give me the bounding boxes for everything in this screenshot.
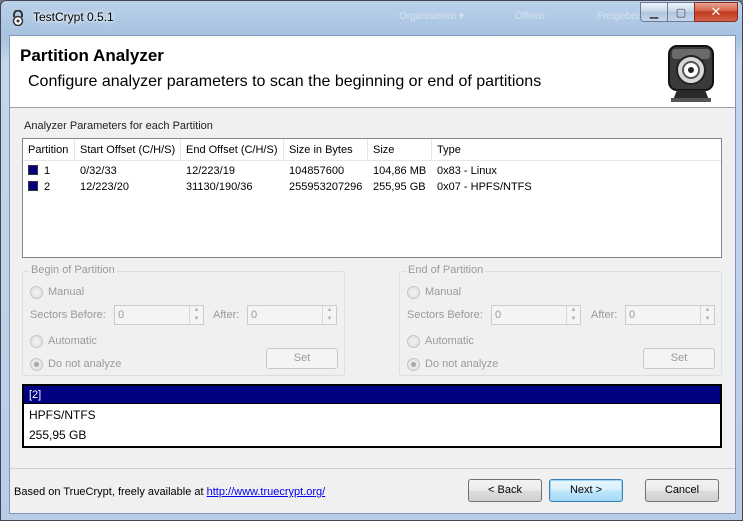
end-sectors-before-value: 0 bbox=[495, 309, 502, 321]
begin-after-stepper[interactable]: 0 ▲ ▼ bbox=[247, 305, 337, 325]
lock-icon bbox=[12, 10, 24, 26]
maximize-icon: ▢ bbox=[675, 6, 687, 19]
footer-credit: Based on TrueCrypt, freely available at … bbox=[14, 486, 325, 498]
close-icon: ✕ bbox=[710, 4, 722, 19]
end-manual-radio[interactable] bbox=[407, 286, 420, 299]
spin-up-icon[interactable]: ▲ bbox=[567, 306, 580, 315]
begin-sectors-before-label: Sectors Before: bbox=[30, 309, 106, 321]
close-button[interactable]: ✕ bbox=[694, 2, 738, 22]
partition-info-box: [2] HPFS/NTFS 255,95 GB bbox=[22, 384, 722, 448]
minimize-icon: ▁ bbox=[649, 6, 659, 19]
end-sectors-before-stepper[interactable]: 0 ▲ ▼ bbox=[491, 305, 581, 325]
title-bar[interactable]: TestCrypt 0.5.1 Organisieren ▾ Öffnen Fr… bbox=[1, 1, 742, 35]
maximize-button[interactable]: ▢ bbox=[667, 2, 694, 22]
cancel-button[interactable]: Cancel bbox=[645, 479, 719, 502]
begin-manual-label: Manual bbox=[48, 286, 85, 298]
column-header[interactable]: Partition bbox=[23, 139, 75, 160]
column-header[interactable]: Size bbox=[368, 139, 432, 160]
footer-divider bbox=[10, 468, 735, 469]
wizard-header: Partition Analyzer Configure analyzer pa… bbox=[10, 36, 735, 108]
begin-sectors-before-stepper[interactable]: 0 ▲ ▼ bbox=[114, 305, 204, 325]
size: 255,95 GB bbox=[373, 181, 426, 193]
bg-share: Freigeben bbox=[597, 11, 643, 22]
next-button[interactable]: Next > bbox=[549, 479, 623, 502]
page-title: Partition Analyzer bbox=[20, 46, 164, 65]
partition-color-swatch bbox=[28, 165, 38, 175]
bg-open: Öffnen bbox=[515, 11, 545, 22]
partitions-group-label: Analyzer Parameters for each Partition bbox=[24, 120, 213, 132]
spin-up-icon[interactable]: ▲ bbox=[190, 306, 203, 315]
dialog-client: Partition Analyzer Configure analyzer pa… bbox=[9, 35, 736, 514]
spin-up-icon[interactable]: ▲ bbox=[323, 306, 336, 315]
selected-partition-size: 255,95 GB bbox=[29, 428, 87, 442]
spin-down-icon[interactable]: ▼ bbox=[323, 315, 336, 324]
begin-do-not-analyze-radio[interactable] bbox=[30, 358, 43, 371]
column-header[interactable]: Size in Bytes bbox=[284, 139, 368, 160]
end-after-stepper[interactable]: 0 ▲ ▼ bbox=[625, 305, 715, 325]
partition-color-swatch bbox=[28, 181, 38, 191]
column-header[interactable]: End Offset (C/H/S) bbox=[181, 139, 284, 160]
begin-sectors-before-value: 0 bbox=[118, 309, 125, 321]
selected-partition-label: [2] bbox=[24, 386, 720, 404]
size-bytes: 255953207296 bbox=[289, 181, 363, 193]
spin-down-icon[interactable]: ▼ bbox=[190, 315, 203, 324]
begin-do-not-analyze-label: Do not analyze bbox=[48, 358, 122, 370]
begin-after-value: 0 bbox=[251, 309, 258, 321]
end-set-button[interactable]: Set bbox=[643, 348, 715, 369]
size-bytes: 104857600 bbox=[289, 165, 345, 177]
minimize-button[interactable]: ▁ bbox=[640, 2, 667, 22]
back-button[interactable]: < Back bbox=[468, 479, 542, 502]
partition-number: 2 bbox=[44, 181, 51, 193]
start-offset: 12/223/20 bbox=[80, 181, 129, 193]
column-header[interactable]: Start Offset (C/H/S) bbox=[75, 139, 181, 160]
truecrypt-link[interactable]: http://www.truecrypt.org/ bbox=[207, 486, 326, 498]
begin-after-label: After: bbox=[213, 309, 240, 321]
hard-disk-camera-icon bbox=[668, 45, 714, 102]
table-row[interactable]: 2 12/223/20 31130/190/36 255953207296 25… bbox=[23, 180, 721, 196]
selected-partition-type: HPFS/NTFS bbox=[29, 408, 96, 422]
begin-manual-radio[interactable] bbox=[30, 286, 43, 299]
bg-organize: Organisieren ▾ bbox=[399, 11, 465, 22]
end-manual-label: Manual bbox=[425, 286, 462, 298]
begin-automatic-radio[interactable] bbox=[30, 335, 43, 348]
end-sectors-before-label: Sectors Before: bbox=[407, 309, 483, 321]
spin-down-icon[interactable]: ▼ bbox=[567, 315, 580, 324]
column-header[interactable]: Type bbox=[432, 139, 721, 160]
begin-group-title: Begin of Partition bbox=[29, 264, 117, 276]
end-group-title: End of Partition bbox=[406, 264, 486, 276]
size: 104,86 MB bbox=[373, 165, 427, 177]
table-row[interactable]: 1 0/32/33 12/223/19 104857600 104,86 MB … bbox=[23, 164, 721, 180]
begin-automatic-label: Automatic bbox=[48, 335, 97, 347]
window-frame: TestCrypt 0.5.1 Organisieren ▾ Öffnen Fr… bbox=[0, 0, 743, 521]
end-after-label: After: bbox=[591, 309, 618, 321]
begin-of-partition-group: Begin of Partition Manual Sectors Before… bbox=[22, 264, 345, 376]
partition-list[interactable]: Partition Start Offset (C/H/S) End Offse… bbox=[22, 138, 722, 258]
footer-credit-text: Based on TrueCrypt, freely available at bbox=[14, 486, 207, 498]
window-title: TestCrypt 0.5.1 bbox=[33, 10, 114, 24]
spin-down-icon[interactable]: ▼ bbox=[701, 315, 714, 324]
end-offset: 12/223/19 bbox=[186, 165, 235, 177]
end-after-value: 0 bbox=[629, 309, 636, 321]
end-automatic-radio[interactable] bbox=[407, 335, 420, 348]
type: 0x07 - HPFS/NTFS bbox=[437, 181, 532, 193]
spin-up-icon[interactable]: ▲ bbox=[701, 306, 714, 315]
page-subtitle: Configure analyzer parameters to scan th… bbox=[28, 73, 542, 90]
begin-set-button[interactable]: Set bbox=[266, 348, 338, 369]
partition-list-header: Partition Start Offset (C/H/S) End Offse… bbox=[23, 139, 721, 161]
end-offset: 31130/190/36 bbox=[186, 181, 253, 193]
end-of-partition-group: End of Partition Manual Sectors Before: … bbox=[399, 264, 722, 376]
end-do-not-analyze-label: Do not analyze bbox=[425, 358, 499, 370]
end-automatic-label: Automatic bbox=[425, 335, 474, 347]
type: 0x83 - Linux bbox=[437, 165, 497, 177]
end-do-not-analyze-radio[interactable] bbox=[407, 358, 420, 371]
start-offset: 0/32/33 bbox=[80, 165, 117, 177]
partition-number: 1 bbox=[44, 165, 51, 177]
